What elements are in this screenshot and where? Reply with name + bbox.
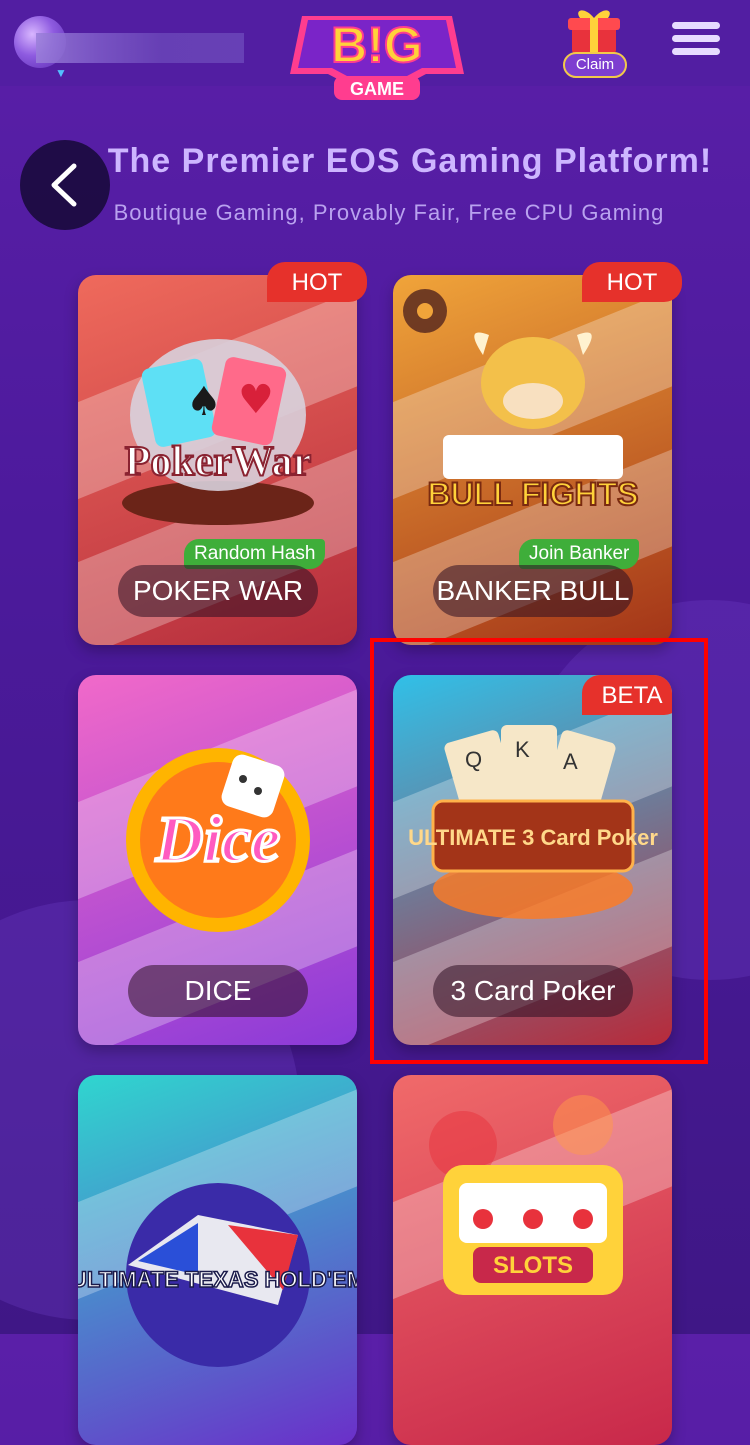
hot-badge-poker-war: HOT [267,262,367,302]
heart-icon: ♥ [238,377,274,423]
top-bar: ▼ B!G GAME Claim [0,0,750,100]
spade-icon: ♠ [186,379,222,425]
game-card-banker-bull[interactable]: BULL FIGHTS Join Banker BANKER BULL [393,275,672,645]
gift-icon[interactable] [562,6,626,56]
svg-text:BULL FIGHTS: BULL FIGHTS [428,476,639,512]
logo-bottom-text: GAME [350,79,404,99]
svg-text:Dice: Dice [155,803,281,876]
back-button[interactable] [20,140,110,230]
game-card-dice[interactable]: Dice DICE [78,675,357,1045]
svg-text:ULTIMATE TEXAS HOLD'EM: ULTIMATE TEXAS HOLD'EM [78,1267,357,1292]
page-title: The Premier EOS Gaming Platform! [107,142,713,180]
game-card-slots[interactable]: SLOTS [393,1075,672,1445]
logo-top-text: B!G [331,17,423,73]
game-title: BANKER BULL [433,565,633,617]
slots-art: SLOTS [429,1095,623,1295]
game-card-texas-holdem[interactable]: ULTIMATE TEXAS HOLD'EM [78,1075,357,1445]
game-title: DICE [128,965,308,1017]
selection-highlight [370,638,708,1064]
game-title: POKER WAR [118,565,318,617]
account-name-redacted[interactable] [36,33,244,63]
hot-badge-banker-bull: HOT [582,262,682,302]
page-subtitle: Boutique Gaming, Provably Fair, Free CPU… [113,200,665,225]
big-game-logo[interactable]: B!G GAME [288,6,466,104]
texas-holdem-art: ULTIMATE TEXAS HOLD'EM [78,1183,357,1367]
chevron-down-icon[interactable]: ▼ [55,66,67,80]
svg-text:PokerWar: PokerWar [125,439,312,485]
claim-button[interactable]: Claim [563,52,627,78]
chevron-left-icon [51,163,77,207]
hamburger-menu-icon[interactable] [672,22,720,62]
game-card-poker-war[interactable]: ♠ ♥ PokerWar Random Hash POKER WAR [78,275,357,645]
svg-text:SLOTS: SLOTS [493,1252,573,1279]
